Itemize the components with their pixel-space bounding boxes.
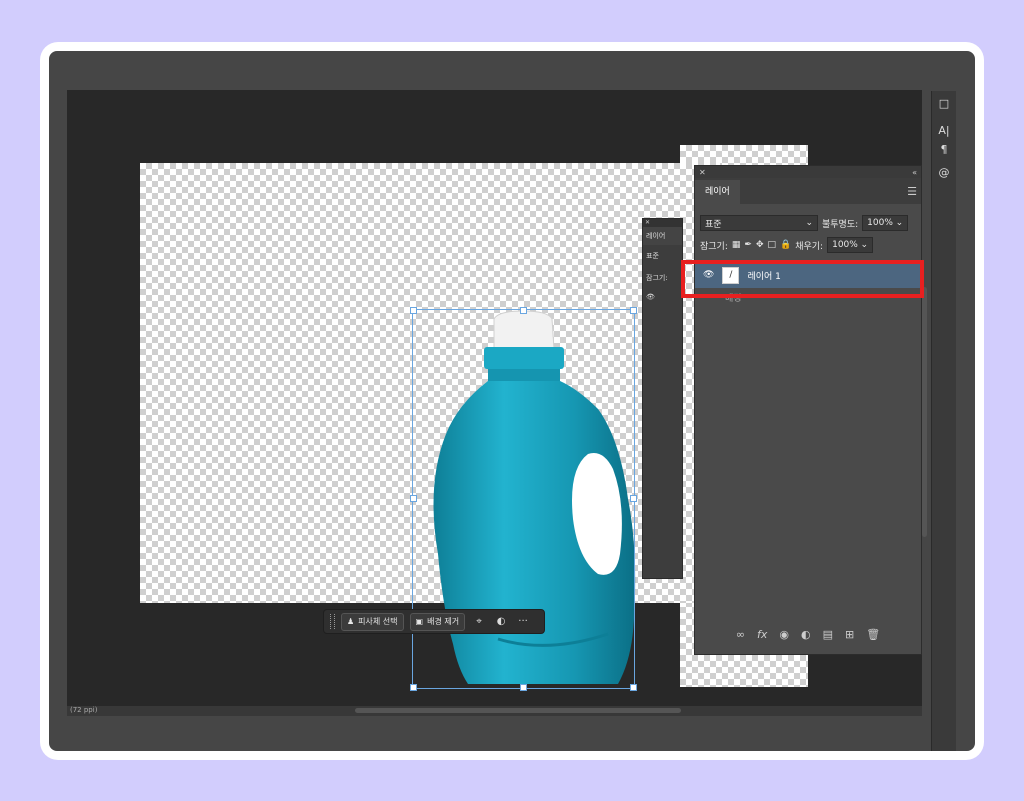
glyphs-icon[interactable]: @ — [932, 166, 956, 179]
lock-label: 잠그기: — [700, 241, 728, 252]
collapse-icon[interactable]: « — [912, 168, 917, 177]
opacity-label: 불투명도: — [822, 219, 859, 230]
chevron-down-icon: ⌄ — [860, 240, 869, 250]
drag-grip-icon[interactable] — [330, 614, 335, 629]
close-icon[interactable]: ✕ — [643, 219, 682, 227]
paragraph-icon[interactable]: ¶ — [932, 143, 956, 156]
document-canvas[interactable] — [140, 163, 720, 691]
trash-icon[interactable]: 🗑 — [866, 628, 880, 641]
transform-icon[interactable]: ⌖ — [471, 616, 487, 627]
chevron-down-icon: ⌄ — [805, 218, 813, 228]
character-icon[interactable]: A| — [932, 124, 956, 137]
select-subject-button[interactable]: ♟ 피사체 선택 — [341, 612, 404, 631]
adjustment-icon[interactable]: ◐ — [801, 628, 811, 641]
transform-handle-bl[interactable] — [410, 684, 417, 691]
lock-artboard-icon[interactable]: □ — [767, 240, 776, 250]
remove-background-button[interactable]: ▣ 배경 제거 — [409, 612, 466, 631]
person-icon: ♟ — [347, 617, 355, 626]
transform-handle-br[interactable] — [630, 684, 637, 691]
link-icon[interactable]: ∞ — [736, 628, 745, 641]
layers-panel: ✕ « 레이어 ☰ 표준 ⌄ 불투명도: 100% ⌄ 잠그기: ▦ ✒ ✥ □… — [694, 165, 922, 655]
transform-handle-bc[interactable] — [520, 684, 527, 691]
layers-panel-footer: ∞ fx ◉ ◐ ▤ ⊞ 🗑 — [695, 624, 921, 644]
opacity-input[interactable]: 100% ⌄ — [862, 215, 909, 231]
lock-move-icon[interactable]: ✥ — [756, 240, 764, 250]
lock-all-icon[interactable]: 🔒 — [780, 240, 791, 250]
layers-panel-ghost: ✕ 레이어 표준 잠그기: 👁 — [642, 218, 683, 579]
horizontal-scrollbar[interactable] — [355, 708, 681, 713]
blend-mode-select[interactable]: 표준 ⌄ — [700, 215, 818, 231]
fx-icon[interactable]: fx — [757, 628, 767, 641]
eye-icon: 👁 — [646, 293, 655, 301]
mask-icon[interactable]: ◉ — [779, 628, 789, 641]
transform-handle-mr[interactable] — [630, 495, 637, 502]
fill-input[interactable]: 100% ⌄ — [827, 237, 874, 253]
highlight-box — [681, 260, 924, 298]
adjustment-icon[interactable]: ◐ — [493, 616, 509, 627]
close-icon[interactable]: ✕ — [699, 168, 706, 177]
chevron-down-icon: ⌄ — [895, 218, 904, 228]
lock-transparency-icon[interactable]: ▦ — [732, 240, 741, 250]
transform-handle-ml[interactable] — [410, 495, 417, 502]
image-icon: ▣ — [415, 617, 424, 626]
panel-menu-icon[interactable]: ☰ — [907, 185, 917, 198]
contextual-task-bar: ♟ 피사체 선택 ▣ 배경 제거 ⌖ ◐ ··· — [323, 609, 545, 634]
right-toolbar: □ A| ¶ @ — [931, 91, 956, 751]
transform-handle-tr[interactable] — [630, 307, 637, 314]
vertical-scrollbar[interactable] — [922, 287, 927, 537]
photoshop-window: ♟ 피사체 선택 ▣ 배경 제거 ⌖ ◐ ··· ✕ 레이어 표준 잠그기: 👁… — [49, 51, 975, 751]
transform-handle-tl[interactable] — [410, 307, 417, 314]
comment-icon[interactable]: □ — [932, 97, 956, 110]
transform-handle-tc[interactable] — [520, 307, 527, 314]
new-layer-icon[interactable]: ⊞ — [845, 628, 854, 641]
lock-brush-icon[interactable]: ✒ — [744, 240, 752, 250]
tab-layers[interactable]: 레이어 — [695, 180, 740, 204]
folder-icon[interactable]: ▤ — [823, 628, 833, 641]
fill-label: 채우기: — [795, 241, 824, 252]
more-button[interactable]: ··· — [515, 616, 531, 627]
